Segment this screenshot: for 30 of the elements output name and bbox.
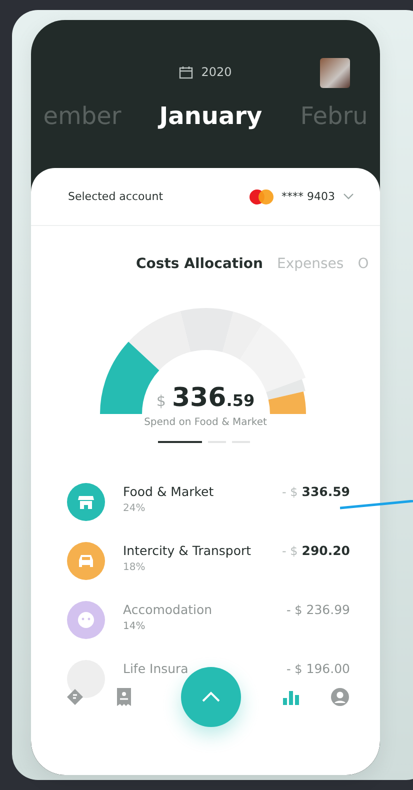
amount-prefix: - $ [286, 603, 302, 617]
category-percent: 14% [123, 621, 146, 632]
account-label: Selected account [68, 190, 164, 203]
category-name: Life Insura [123, 661, 190, 676]
category-name: Food & Market [123, 484, 215, 499]
category-amount: 236.99 [306, 602, 350, 617]
card-logo-icon [248, 188, 274, 204]
month-tab[interactable]: January [159, 102, 262, 130]
amount-prefix: - $ [286, 662, 302, 676]
category-amount: 290.20 [302, 543, 350, 558]
chart-tab[interactable]: Costs Allocation [136, 256, 263, 272]
year-label[interactable]: 2020 [201, 65, 232, 79]
category-percent: 18% [123, 562, 146, 573]
category-amount: 336.59 [302, 484, 350, 499]
amount-prefix: - $ [282, 485, 298, 499]
category-name: Accomodation [123, 602, 214, 617]
currency-sign: $ [156, 392, 166, 410]
account-number[interactable]: **** 9403 [282, 190, 335, 203]
category-percent: 24% [123, 503, 146, 514]
calendar-icon [179, 66, 194, 78]
profile-icon[interactable] [330, 687, 350, 707]
tag-icon[interactable] [65, 687, 85, 707]
category-name: Intercity & Transport [123, 543, 252, 558]
amount-prefix: - $ [282, 544, 298, 558]
chevron-down-icon[interactable] [343, 193, 354, 200]
avatar-photo-placeholder[interactable] [320, 58, 350, 88]
total-amount: 336.59 [172, 383, 255, 413]
amount-caption: Spend on Food & Market [144, 417, 267, 428]
category-amount: 196.00 [306, 661, 350, 676]
chevron-up-icon [200, 691, 220, 703]
